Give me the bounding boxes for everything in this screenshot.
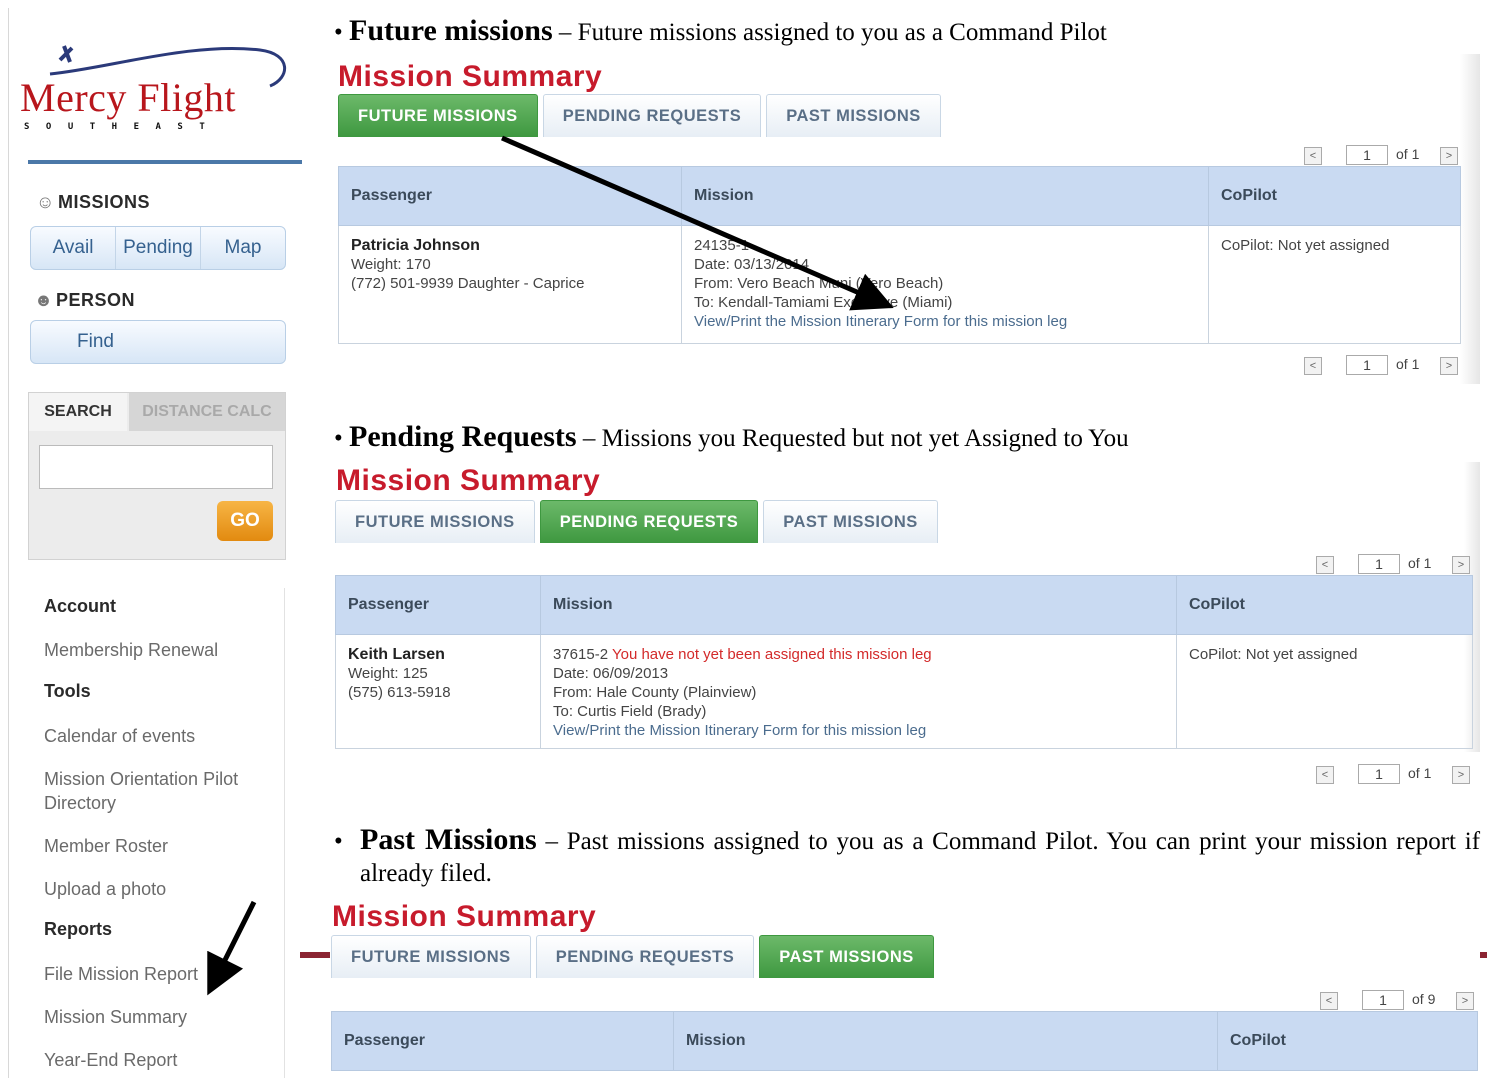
arrow-to-itinerary <box>501 135 894 311</box>
annotation-arrows <box>207 135 894 996</box>
arrow-to-mission-summary <box>207 900 257 996</box>
